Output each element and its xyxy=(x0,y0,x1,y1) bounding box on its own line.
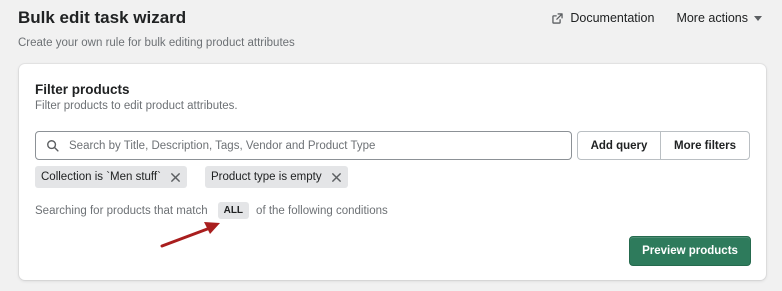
documentation-link[interactable]: Documentation xyxy=(551,11,654,25)
card-subtitle: Filter products to edit product attribut… xyxy=(35,100,238,112)
annotation-arrow xyxy=(160,222,220,248)
page-title: Bulk edit task wizard xyxy=(18,8,187,27)
add-query-button[interactable]: Add query xyxy=(577,131,661,160)
caret-down-icon xyxy=(754,15,762,21)
more-actions-button[interactable]: More actions xyxy=(676,11,762,25)
preview-products-button[interactable]: Preview products xyxy=(629,236,751,266)
search-field[interactable] xyxy=(35,131,572,160)
condition-suffix: of the following conditions xyxy=(256,204,388,217)
search-input[interactable] xyxy=(69,139,549,152)
documentation-label: Documentation xyxy=(570,11,655,25)
close-icon[interactable] xyxy=(331,172,342,183)
filter-tag-product-type: Product type is empty xyxy=(205,166,348,188)
header-actions: Documentation More actions xyxy=(551,11,762,25)
page-subtitle: Create your own rule for bulk editing pr… xyxy=(18,37,295,49)
close-icon[interactable] xyxy=(170,172,181,183)
filter-products-card: Filter products Filter products to edit … xyxy=(19,64,766,280)
card-title: Filter products xyxy=(35,82,130,97)
filter-tag-collection: Collection is `Men stuff` xyxy=(35,166,187,188)
external-link-icon xyxy=(552,12,564,24)
filter-tag-label: Collection is `Men stuff` xyxy=(41,171,161,183)
condition-prefix: Searching for products that match xyxy=(35,204,208,217)
more-actions-label: More actions xyxy=(676,11,748,25)
more-filters-button[interactable]: More filters xyxy=(660,131,750,160)
search-icon xyxy=(47,139,59,152)
filter-tag-label: Product type is empty xyxy=(211,171,322,183)
